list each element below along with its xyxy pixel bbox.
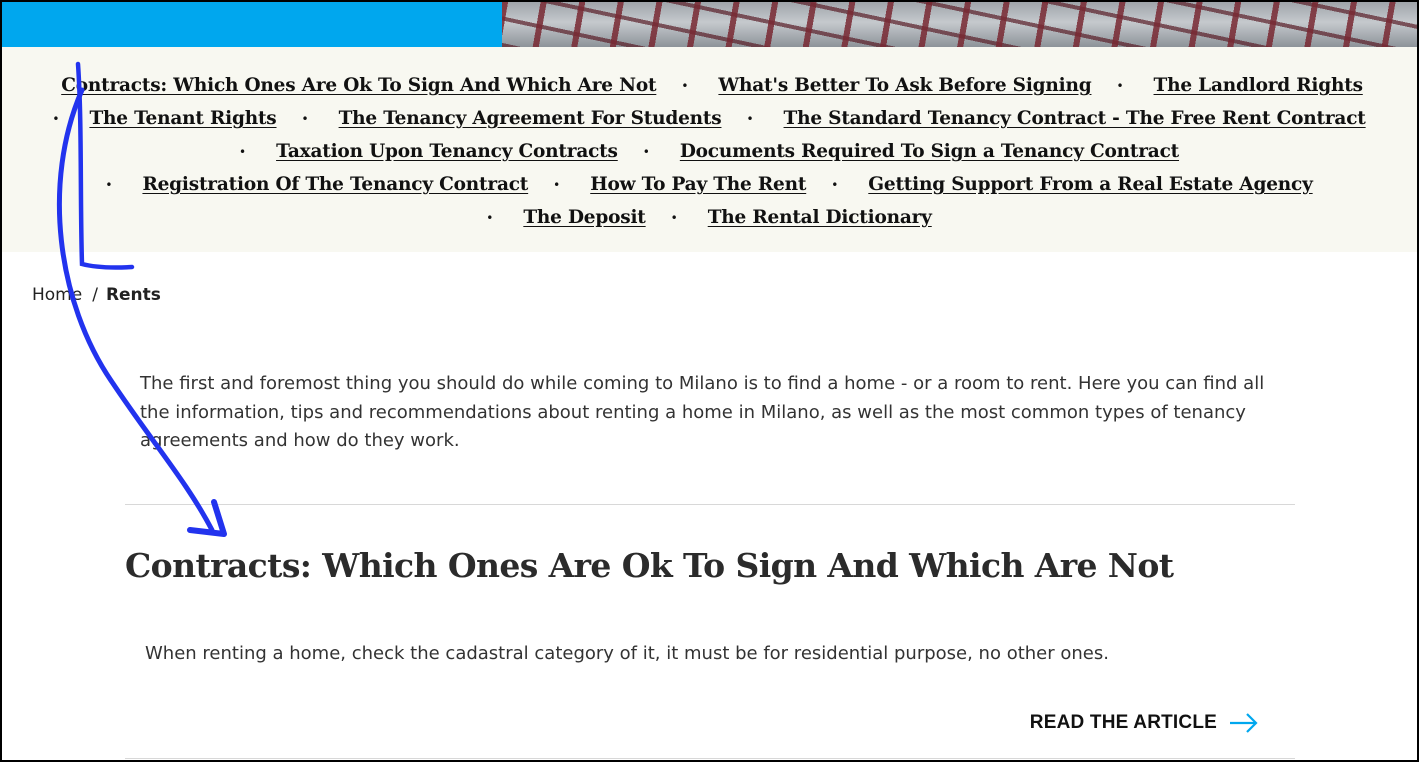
breadcrumb-home-link[interactable]: Home <box>32 285 82 305</box>
nav-link[interactable]: Getting Support From a Real Estate Agenc… <box>862 174 1313 195</box>
banner-accent-block <box>2 2 502 47</box>
nav-separator: • <box>1116 78 1124 93</box>
breadcrumb: Home / Rents <box>32 285 161 305</box>
nav-link[interactable]: Contracts: Which Ones Are Ok To Sign And… <box>55 75 657 96</box>
nav-separator: • <box>105 177 113 192</box>
breadcrumb-current: Rents <box>105 285 161 305</box>
nav-link[interactable]: The Deposit <box>517 207 646 228</box>
nav-separator: • <box>681 78 689 93</box>
nav-separator: • <box>553 177 561 192</box>
article-summary: When renting a home, check the cadastral… <box>145 643 1109 664</box>
nav-separator: • <box>301 111 309 126</box>
nav-link[interactable]: The Tenancy Agreement For Students <box>333 108 723 129</box>
nav-link[interactable]: Registration Of The Tenancy Contract <box>136 174 529 195</box>
nav-separator: • <box>746 111 754 126</box>
rent-topics-nav: Contracts: Which Ones Are Ok To Sign And… <box>2 47 1417 252</box>
header-banner <box>2 2 1417 47</box>
nav-row: • Taxation Upon Tenancy Contracts • Documen… <box>2 135 1417 168</box>
nav-separator: • <box>486 210 494 225</box>
nav-link[interactable]: Taxation Upon Tenancy Contracts <box>270 141 619 162</box>
nav-link[interactable]: Documents Required To Sign a Tenancy Con… <box>674 141 1180 162</box>
nav-row: • The Tenant Rights • The Tenancy Agreement… <box>2 102 1417 135</box>
nav-link[interactable]: The Tenant Rights <box>83 108 277 129</box>
nav-row: • The Deposit • The Rental Dictionary <box>2 201 1417 234</box>
nav-separator: • <box>52 111 60 126</box>
breadcrumb-separator: / <box>92 285 98 305</box>
nav-row: • Registration Of The Tenancy Contract • Ho… <box>2 168 1417 201</box>
browser-viewport: Contracts: Which Ones Are Ok To Sign And… <box>0 0 1419 762</box>
nav-link[interactable]: How To Pay The Rent <box>584 174 807 195</box>
article-title[interactable]: Contracts: Which Ones Are Ok To Sign And… <box>125 546 1275 585</box>
nav-separator: • <box>831 177 839 192</box>
nav-row: Contracts: Which Ones Are Ok To Sign And… <box>2 69 1417 102</box>
nav-link[interactable]: What's Better To Ask Before Signing <box>712 75 1092 96</box>
nav-link[interactable]: The Landlord Rights <box>1148 75 1364 96</box>
nav-separator: • <box>238 144 247 159</box>
read-article-link[interactable]: READ THE ARTICLE <box>1030 712 1259 734</box>
intro-paragraph: The first and foremost thing you should … <box>140 373 1265 451</box>
nav-separator: • <box>642 144 650 159</box>
section-divider-bottom <box>125 758 1295 759</box>
arrow-right-icon <box>1229 712 1259 734</box>
nav-link[interactable]: The Standard Tenancy Contract - The Free… <box>778 108 1367 129</box>
banner-photo <box>502 2 1417 47</box>
read-article-label: READ THE ARTICLE <box>1029 712 1217 733</box>
nav-link[interactable]: The Rental Dictionary <box>702 207 933 228</box>
nav-separator: • <box>670 210 678 225</box>
section-divider-top <box>125 504 1295 505</box>
